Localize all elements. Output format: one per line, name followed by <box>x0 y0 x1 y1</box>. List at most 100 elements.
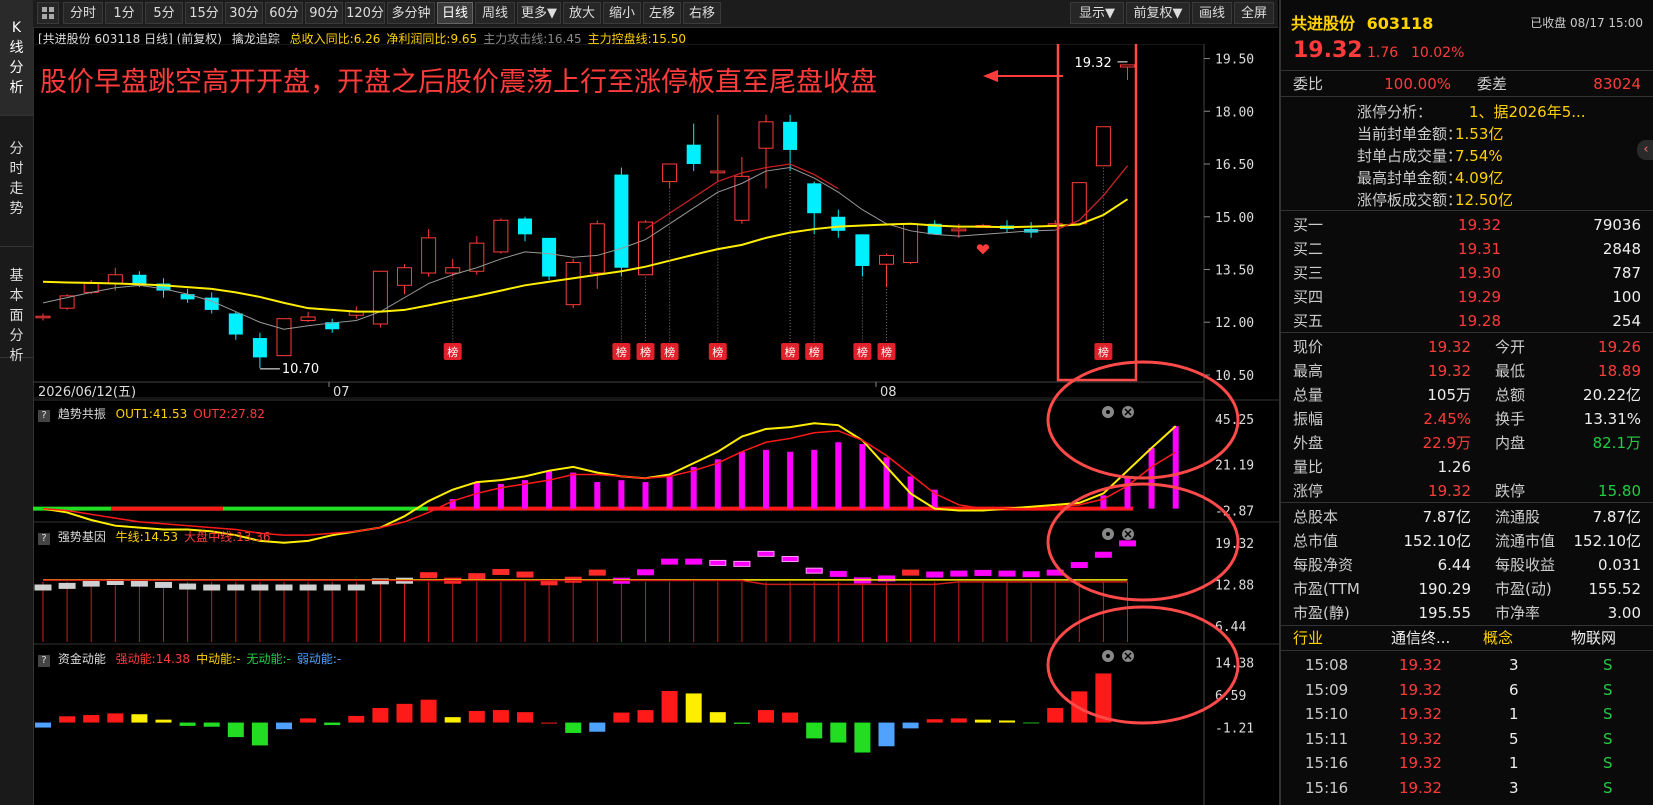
concept-label: 概念 <box>1483 629 1514 647</box>
period-button-3[interactable]: 15分 <box>185 2 223 24</box>
quote-value: 19.32 <box>1428 482 1471 500</box>
period-button-14[interactable]: 左移 <box>643 2 681 24</box>
period-button-7[interactable]: 120分 <box>345 2 385 24</box>
sub1-bar <box>594 482 601 509</box>
limit-row: 当前封单金额： 1.53亿 <box>1281 122 1653 146</box>
period-button-13[interactable]: 缩小 <box>603 2 641 24</box>
concept-value[interactable]: 物联网 <box>1571 626 1616 650</box>
sub2-block <box>130 580 148 587</box>
sub2.vals-value-0: 牛线:14.53 <box>115 530 179 544</box>
sub3-name: 资金动能 <box>57 652 106 666</box>
help-icon[interactable]: ? <box>38 655 50 667</box>
sub3-bar <box>420 699 437 723</box>
sub1-bar <box>570 472 577 509</box>
period-button-2[interactable]: 5分 <box>145 2 183 24</box>
highlight-box <box>1056 44 1138 382</box>
period-button-4[interactable]: 30分 <box>225 2 263 24</box>
ma-yellow-line <box>42 198 1129 313</box>
limit-row: 涨停板成交额： 12.50亿 <box>1281 188 1653 212</box>
candle-body-down <box>180 294 195 300</box>
candle-body-up <box>662 163 678 183</box>
period-button-1[interactable]: 1分 <box>105 2 143 24</box>
toolbar-right-button-0[interactable]: 显示▼ <box>1070 2 1124 24</box>
period-button-8[interactable]: 多分钟 <box>387 2 435 24</box>
limit-value: 7.54% <box>1455 147 1503 165</box>
period-button-6[interactable]: 90分 <box>305 2 343 24</box>
sub2-block <box>516 571 534 578</box>
buy-level-label: 买一 <box>1293 216 1324 234</box>
tick-time: 15:09 <box>1305 680 1349 699</box>
tab-kline-analysis[interactable]: K线分析 <box>0 0 33 116</box>
order-ratio-row: 委比 100.00% 委差 83024 <box>1281 72 1653 96</box>
quote-label: 换手 <box>1495 410 1526 428</box>
candle-body-down <box>831 216 846 231</box>
period-button-9[interactable]: 日线 <box>437 2 473 24</box>
limit-label: 涨停分析： <box>1357 103 1433 121</box>
sub1-bar <box>473 482 480 509</box>
current-price: 19.32 <box>1293 38 1363 63</box>
period-button-11[interactable]: 更多▼ <box>517 2 561 24</box>
sub3-info: ? 资金动能 强动能:14.38 中动能:- 无动能:- 弱动能:- <box>38 650 341 667</box>
industry-value[interactable]: 通信终... <box>1391 626 1450 650</box>
bang-badge-text: 榜 <box>1098 345 1109 359</box>
sub3-bar <box>517 712 533 723</box>
sub3-bar <box>83 715 100 723</box>
buy-level-row[interactable]: 买五 19.28 254 <box>1281 309 1653 333</box>
bang-badge-text: 榜 <box>809 345 820 359</box>
period-button-0[interactable]: 分时 <box>63 2 103 24</box>
tab-intraday[interactable]: 分时走势 <box>0 117 33 247</box>
sub1-bar <box>835 442 842 509</box>
buy-level-price: 19.28 <box>1458 312 1501 330</box>
stock-title: 共进股份 603118 <box>1291 10 1433 34</box>
quote-row: 总量 105万 总额 20.22亿 <box>1281 383 1653 407</box>
sub3-bar <box>276 722 292 730</box>
buy-level-volume: 2848 <box>1602 240 1641 258</box>
collapse-arrow-icon[interactable]: ‹ <box>1637 140 1653 160</box>
buy-level-row[interactable]: 买三 19.30 787 <box>1281 261 1653 285</box>
quote-value: 1.26 <box>1437 458 1471 476</box>
period-button-15[interactable]: 右移 <box>683 2 721 24</box>
quote-value: 19.26 <box>1598 338 1641 356</box>
grid-icon[interactable] <box>37 2 59 24</box>
sub3-bar <box>709 712 726 723</box>
toolbar-right-button-3[interactable]: 全屏 <box>1234 2 1274 24</box>
candle-body-up <box>35 315 51 319</box>
sub3-bar <box>396 703 413 723</box>
date-label-m7: 07 <box>333 385 350 400</box>
tick-time: 15:16 <box>1305 778 1349 797</box>
quote-row: 涨停 19.32 跌停 15.80 <box>1281 479 1653 503</box>
sub2-block <box>733 560 751 567</box>
sub2-block <box>781 556 799 563</box>
period-button-5[interactable]: 60分 <box>265 2 303 24</box>
sub1-out2-line <box>42 430 1177 536</box>
buy-level-volume: 787 <box>1612 264 1641 282</box>
fundamental-row: 市盈(静) 195.55 市净率 3.00 <box>1281 601 1653 625</box>
limit-value: 1.53亿 <box>1455 125 1504 143</box>
y-tick-label: 10.50 <box>1215 369 1254 384</box>
tab-fundamentals[interactable]: 基本面分析 <box>0 248 33 364</box>
limit-label: 当前封单金额： <box>1357 125 1463 143</box>
candle-body-up <box>421 237 437 274</box>
candle-body-up <box>758 121 774 149</box>
period-button-10[interactable]: 周线 <box>475 2 515 24</box>
sub2-block <box>179 583 197 590</box>
toolbar-right-button-2[interactable]: 画线 <box>1192 2 1232 24</box>
sub3-bar <box>203 722 220 727</box>
buy-level-row[interactable]: 买一 19.32 79036 <box>1281 213 1653 237</box>
help-icon[interactable]: ? <box>38 410 50 422</box>
highlight-ellipse-2 <box>1046 605 1240 725</box>
fundamental-value: 190.29 <box>1418 580 1472 598</box>
period-button-12[interactable]: 放大 <box>563 2 601 24</box>
buy-level-row[interactable]: 买四 19.29 100 <box>1281 285 1653 309</box>
sub1-info: ? 趋势共振 OUT1:41.53 OUT2:27.82 <box>38 405 265 422</box>
help-icon[interactable]: ? <box>38 533 50 545</box>
sub3-bar <box>661 690 678 723</box>
buy-level-row[interactable]: 买二 19.31 2848 <box>1281 237 1653 261</box>
sub1-bar <box>618 480 625 509</box>
candle-body-up <box>1095 126 1111 167</box>
candle-body-up <box>710 170 726 174</box>
fundamental-row: 总股本 7.87亿 流通股 7.87亿 <box>1281 505 1653 529</box>
sub1-bar <box>738 451 745 509</box>
fundamental-value: 195.55 <box>1418 604 1472 622</box>
toolbar-right-button-1[interactable]: 前复权▼ <box>1126 2 1190 24</box>
